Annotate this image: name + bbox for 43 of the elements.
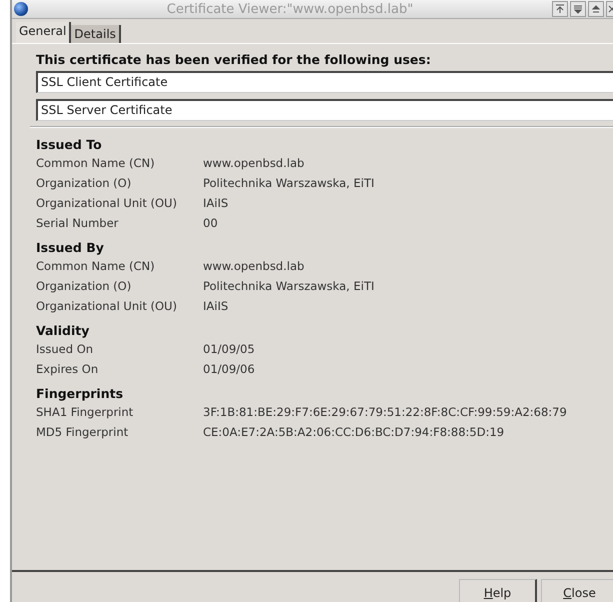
close-button[interactable] <box>606 1 613 17</box>
section-heading: Issued To <box>36 137 103 152</box>
field-label: Common Name (CN) <box>36 259 156 275</box>
field-label: Organizational Unit (OU) <box>36 299 178 315</box>
dialog-button[interactable]: Help <box>459 579 537 602</box>
tab[interactable]: General <box>16 22 72 43</box>
dialog-button[interactable]: Close <box>541 579 613 602</box>
field-value: www.openbsd.lab <box>203 259 306 275</box>
field-label: Organization (O) <box>36 279 132 295</box>
field-value: www.openbsd.lab <box>203 156 306 172</box>
field-value: IAiIS <box>203 299 230 315</box>
field-value: CE:0A:E7:2A:5B:A2:06:CC:D6:BC:D7:94:F8:88:5D:19 <box>203 425 506 441</box>
field-value: Politechnika Warszawska, EiTI <box>203 279 376 295</box>
field-value: 00 <box>203 216 219 232</box>
field-label: Expires On <box>36 362 100 378</box>
field-value: 01/09/06 <box>203 362 256 378</box>
pin-top-icon <box>554 3 566 15</box>
maximize-icon <box>590 3 602 15</box>
field-value: 01/09/05 <box>203 342 256 358</box>
usage-field: SSL Client Certificate <box>36 71 613 93</box>
tab[interactable]: Details <box>71 25 121 43</box>
field-label: Common Name (CN) <box>36 156 156 172</box>
section-heading: Validity <box>36 323 90 338</box>
field-label: Organization (O) <box>36 176 132 192</box>
field-value: Politechnika Warszawska, EiTI <box>203 176 376 192</box>
section-heading: Issued By <box>36 240 105 255</box>
field-value: IAiIS <box>203 196 230 212</box>
field-label: MD5 Fingerprint <box>36 425 130 441</box>
section-heading: Fingerprints <box>36 386 124 401</box>
maximize-button[interactable] <box>588 1 604 17</box>
usage-field: SSL Server Certificate <box>36 99 613 121</box>
minimize-icon <box>572 3 584 15</box>
pin-top-button[interactable] <box>552 1 568 17</box>
window-title: Certificate Viewer:"www.openbsd.lab" <box>166 2 414 16</box>
field-label: Serial Number <box>36 216 120 232</box>
field-label: Organizational Unit (OU) <box>36 196 178 212</box>
minimize-button[interactable] <box>570 1 586 17</box>
globe-icon <box>14 2 28 16</box>
verified-heading: This certificate has been verified for the following uses: <box>36 52 432 67</box>
field-label: SHA1 Fingerprint <box>36 405 134 421</box>
field-value: 3F:1B:81:BE:29:F7:6E:29:67:79:51:22:8F:8C:CF:99:59:A2:68:79 <box>203 405 568 421</box>
field-label: Issued On <box>36 342 94 358</box>
close-icon <box>607 3 613 15</box>
